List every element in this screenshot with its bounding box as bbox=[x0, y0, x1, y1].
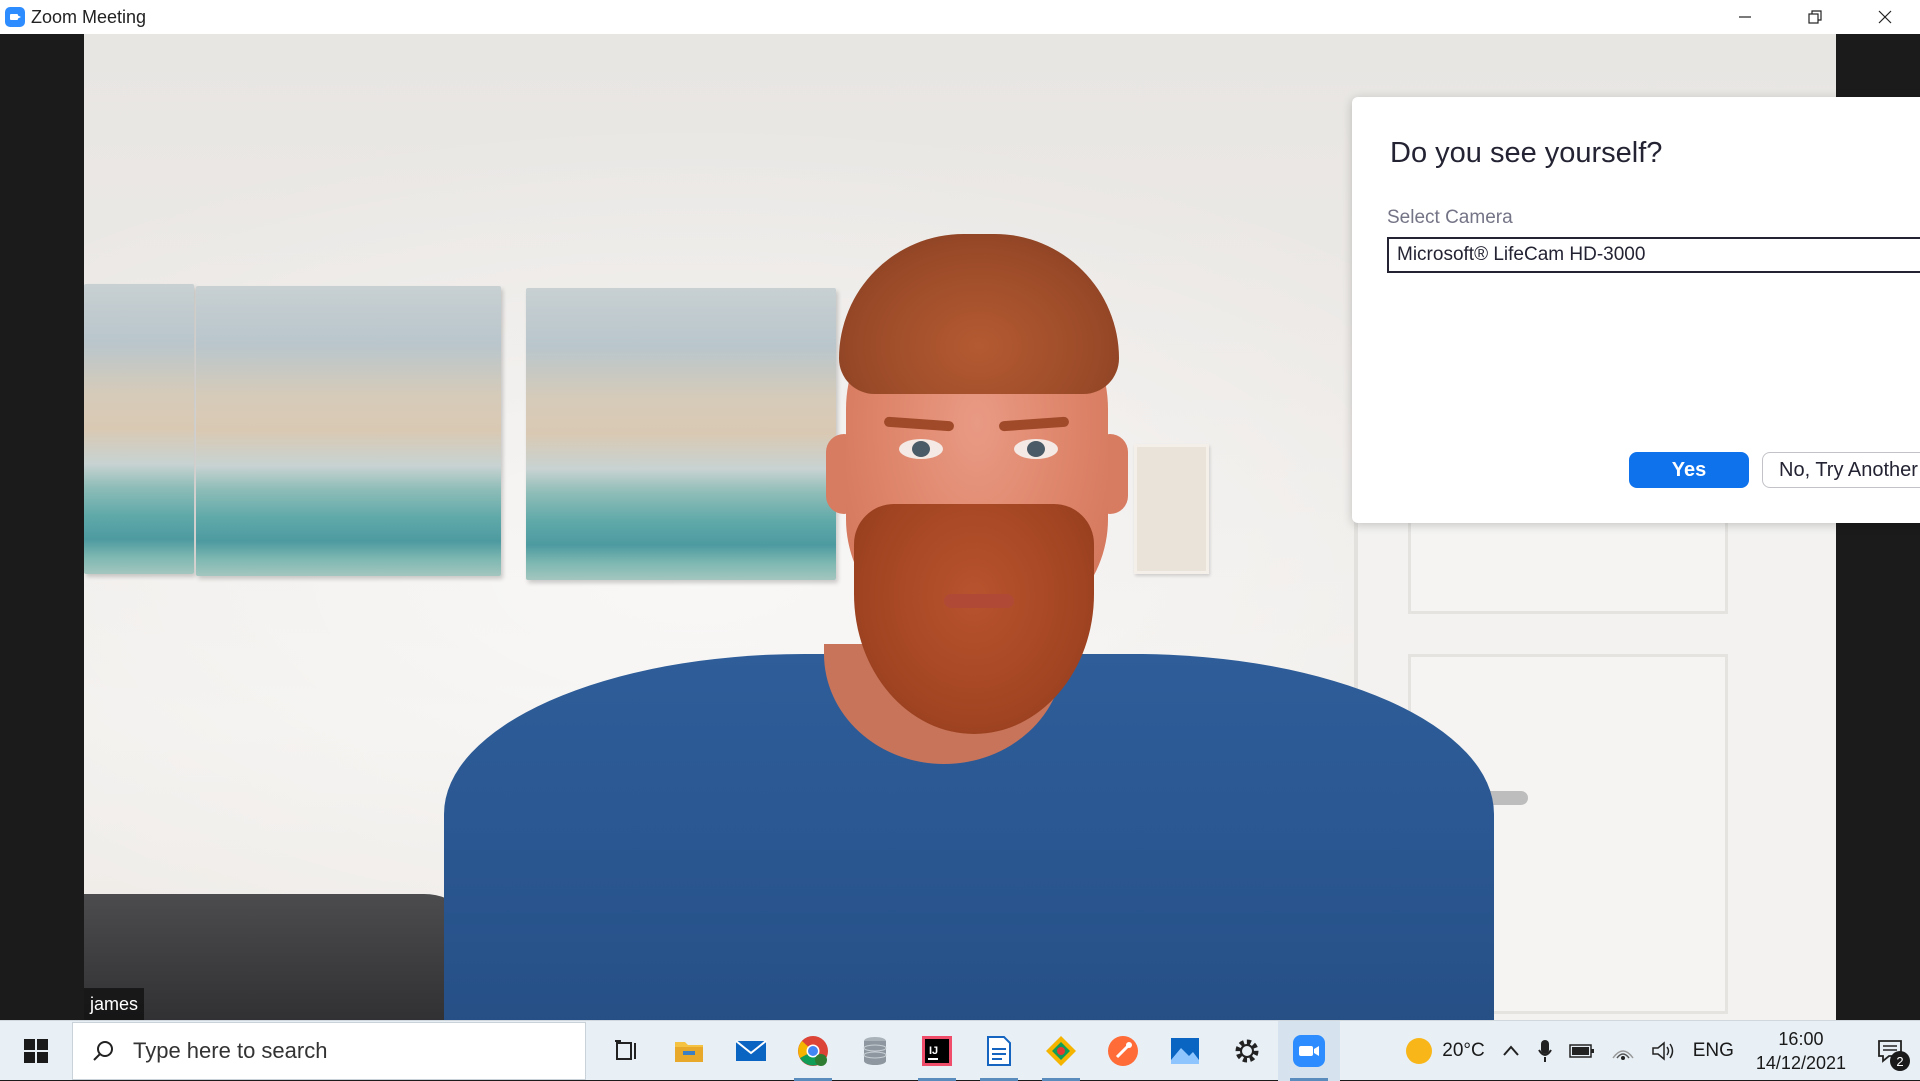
svg-text:IJ: IJ bbox=[929, 1045, 938, 1057]
folder-icon bbox=[675, 1041, 703, 1062]
taskbar-git[interactable] bbox=[1030, 1021, 1092, 1081]
restore-icon bbox=[1808, 10, 1822, 24]
selected-camera-value: Microsoft® LifeCam HD-3000 bbox=[1397, 244, 1646, 265]
taskbar-chrome[interactable] bbox=[782, 1021, 844, 1081]
taskbar-zoom[interactable] bbox=[1278, 1020, 1340, 1081]
camera-select-dropdown[interactable]: Microsoft® LifeCam HD-3000 bbox=[1387, 237, 1920, 273]
start-button[interactable] bbox=[0, 1021, 72, 1081]
taskbar-database[interactable] bbox=[844, 1021, 906, 1081]
speaker-icon bbox=[1651, 1041, 1673, 1061]
weather-temp: 20°C bbox=[1442, 1040, 1485, 1061]
title-bar: Zoom Meeting bbox=[0, 0, 1920, 34]
sun-icon bbox=[1406, 1038, 1433, 1064]
taskbar-file-explorer[interactable] bbox=[658, 1021, 720, 1081]
windows-icon bbox=[24, 1038, 48, 1063]
taskbar-task-view[interactable] bbox=[596, 1021, 658, 1081]
system-tray: 20°C ENG 16:00 14/12/2021 2 bbox=[1396, 1021, 1920, 1081]
photos-icon bbox=[1171, 1037, 1199, 1064]
search-icon bbox=[73, 1039, 133, 1063]
taskbar-apps: IJ bbox=[596, 1020, 1340, 1081]
minimize-button[interactable] bbox=[1710, 0, 1780, 34]
person-eye-left bbox=[899, 439, 943, 459]
taskbar-settings[interactable] bbox=[1216, 1021, 1278, 1081]
try-another-button[interactable]: No, Try Another bbox=[1762, 452, 1920, 488]
close-button[interactable] bbox=[1850, 0, 1920, 34]
participant-name-tag: james bbox=[84, 988, 145, 1020]
task-view-icon bbox=[615, 1039, 636, 1060]
taskbar: Type here to search IJ 20°C ENG 16:00 14… bbox=[0, 1020, 1920, 1081]
person-hair bbox=[839, 234, 1119, 394]
window-title: Zoom Meeting bbox=[31, 6, 147, 27]
select-camera-label: Select Camera bbox=[1387, 207, 1513, 228]
volume-tray[interactable] bbox=[1643, 1021, 1685, 1081]
wifi-icon bbox=[1612, 1050, 1634, 1060]
clock-time: 16:00 bbox=[1778, 1029, 1824, 1049]
yes-button[interactable]: Yes bbox=[1629, 452, 1749, 488]
battery-icon bbox=[1568, 1044, 1594, 1058]
video-stage: james Do you see yourself? Select Camera… bbox=[0, 34, 1920, 1020]
microphone-icon bbox=[1537, 1040, 1552, 1062]
chevron-up-icon bbox=[1502, 1045, 1519, 1056]
clock-date: 14/12/2021 bbox=[1755, 1053, 1846, 1073]
weather-widget[interactable]: 20°C bbox=[1396, 1021, 1492, 1081]
taskbar-postman[interactable] bbox=[1092, 1021, 1154, 1081]
action-center-button[interactable]: 2 bbox=[1860, 1021, 1920, 1081]
mail-icon bbox=[735, 1039, 767, 1061]
taskbar-mail[interactable] bbox=[720, 1021, 782, 1081]
person-eye-right bbox=[1014, 439, 1058, 459]
chrome-icon bbox=[798, 1035, 828, 1066]
database-icon bbox=[863, 1036, 887, 1065]
battery-tray[interactable] bbox=[1561, 1021, 1603, 1081]
document-icon bbox=[987, 1035, 1011, 1066]
person-mouth bbox=[944, 594, 1014, 608]
restore-button[interactable] bbox=[1780, 0, 1850, 34]
camera-check-dialog: Do you see yourself? Select Camera Micro… bbox=[1352, 97, 1920, 523]
taskbar-notepad[interactable] bbox=[968, 1021, 1030, 1081]
git-icon bbox=[1046, 1035, 1076, 1066]
clock[interactable]: 16:00 14/12/2021 bbox=[1742, 1021, 1860, 1081]
notification-count-badge: 2 bbox=[1890, 1051, 1910, 1071]
dialog-title: Do you see yourself? bbox=[1390, 137, 1663, 169]
language-indicator[interactable]: ENG bbox=[1685, 1021, 1742, 1081]
search-placeholder: Type here to search bbox=[133, 1037, 328, 1063]
microphone-tray[interactable] bbox=[1529, 1021, 1561, 1081]
intellij-icon: IJ bbox=[922, 1035, 952, 1066]
zoom-icon bbox=[1293, 1034, 1325, 1067]
window-controls bbox=[1710, 0, 1920, 34]
zoom-app-icon bbox=[5, 7, 25, 27]
show-hidden-icons[interactable] bbox=[1493, 1021, 1529, 1081]
postman-icon bbox=[1108, 1035, 1138, 1066]
taskbar-intellij[interactable]: IJ bbox=[906, 1021, 968, 1081]
taskbar-photos[interactable] bbox=[1154, 1021, 1216, 1081]
close-icon bbox=[1878, 10, 1892, 24]
minimize-icon bbox=[1739, 16, 1751, 18]
wifi-tray[interactable] bbox=[1603, 1021, 1643, 1081]
taskbar-search[interactable]: Type here to search bbox=[72, 1021, 586, 1080]
gear-icon bbox=[1235, 1039, 1259, 1062]
